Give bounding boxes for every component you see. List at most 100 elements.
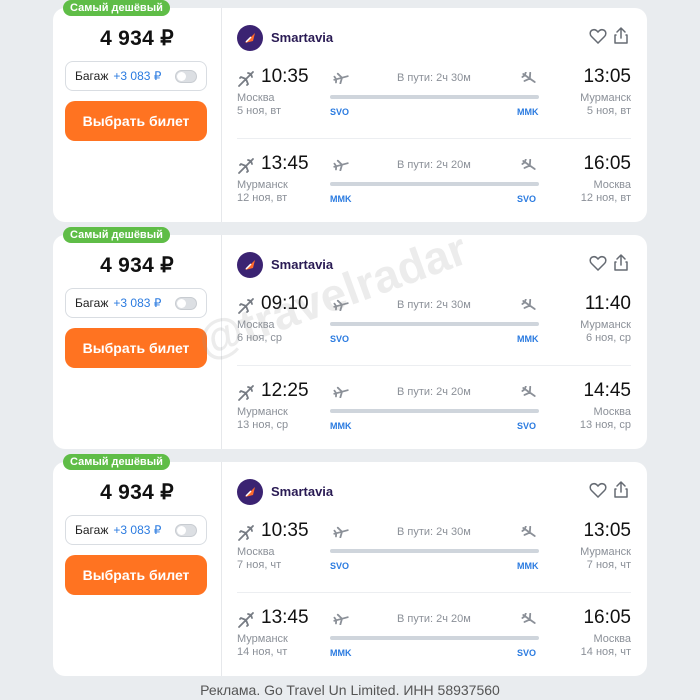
flight-card[interactable]: Самый дешёвый 4 934 ₽ Багаж +3 083 ₽ Выб… [53,454,647,676]
arrival-city: Мурманск [580,319,631,331]
departure-icon [237,157,255,180]
flight-duration: В пути: 2ч 30м [397,299,471,311]
route-line [330,409,539,413]
arrival-airport-code: SVO [517,194,537,204]
departure-airport-code: SVO [330,107,350,117]
baggage-option[interactable]: Багаж +3 083 ₽ [65,288,207,318]
arrival-date: 12 ноя, вт [580,192,631,204]
price-panel: Самый дешёвый 4 934 ₽ Багаж +3 083 ₽ Выб… [53,454,222,676]
departure-airport-code: MMK [330,648,352,658]
departure-icon [237,524,255,547]
select-ticket-button[interactable]: Выбрать билет [65,328,207,368]
arrival-date: 5 ноя, вт [586,105,631,117]
select-ticket-button[interactable]: Выбрать билет [65,101,207,141]
favorite-heart-icon[interactable] [589,255,607,276]
flight-duration: В пути: 2ч 30м [397,526,471,538]
ticket-price: 4 934 ₽ [100,481,174,504]
baggage-toggle[interactable] [175,524,197,537]
departure-date: 14 ноя, чт [237,646,288,658]
flight-segment: 13:45 16:05 Мурманск 12 ноя, вт Москва 1… [237,153,631,235]
arrival-date: 14 ноя, чт [580,646,631,658]
baggage-toggle[interactable] [175,70,197,83]
departure-city: Москва [237,546,275,558]
plane-takeoff-icon [333,385,349,403]
flight-card[interactable]: Самый дешёвый 4 934 ₽ Багаж +3 083 ₽ Выб… [53,227,647,449]
plane-takeoff-icon [333,298,349,316]
baggage-label: Багаж [75,69,109,83]
arrival-date: 13 ноя, ср [579,419,631,431]
arrival-airport-code: MMK [517,334,539,344]
share-icon[interactable] [613,481,629,504]
price-panel: Самый дешёвый 4 934 ₽ Багаж +3 083 ₽ Выб… [53,0,222,222]
departure-city: Москва [237,319,275,331]
departure-time: 13:45 [261,153,309,174]
baggage-option[interactable]: Багаж +3 083 ₽ [65,61,207,91]
flight-duration: В пути: 2ч 20м [397,613,471,625]
flight-segment: 10:35 13:05 Москва 5 ноя, вт Мурманск 5 … [237,66,631,148]
airline-logo-icon [237,25,263,51]
flight-duration: В пути: 2ч 30м [397,72,471,84]
route-line [330,182,539,186]
ticket-price: 4 934 ₽ [100,27,174,50]
arrival-city: Москва [593,179,631,191]
departure-time: 13:45 [261,607,309,628]
departure-city: Мурманск [237,179,288,191]
plane-takeoff-icon [333,525,349,543]
favorite-heart-icon[interactable] [589,482,607,503]
arrival-time: 16:05 [583,153,631,174]
route-line [330,549,539,553]
arrival-airport-code: SVO [517,648,537,658]
arrival-airport-code: SVO [517,421,537,431]
airline-name: Smartavia [271,484,334,499]
departure-date: 6 ноя, ср [237,332,283,344]
route-line [330,95,539,99]
arrival-time: 13:05 [583,66,631,87]
arrival-date: 7 ноя, чт [586,559,631,571]
route-line [330,636,539,640]
ticket-price: 4 934 ₽ [100,254,174,277]
baggage-price: +3 083 ₽ [113,523,162,537]
departure-time: 09:10 [261,293,309,314]
arrival-city: Москва [593,406,631,418]
share-icon[interactable] [613,254,629,277]
arrival-time: 14:45 [583,380,631,401]
departure-time: 12:25 [261,380,309,401]
arrival-time: 16:05 [583,607,631,628]
departure-date: 7 ноя, чт [237,559,282,571]
flight-duration: В пути: 2ч 20м [397,159,471,171]
cheapest-badge: Самый дешёвый [63,0,170,16]
departure-airport-code: MMK [330,421,352,431]
departure-icon [237,611,255,634]
baggage-toggle[interactable] [175,297,197,310]
flight-segment: 09:10 11:40 Москва 6 ноя, ср Мурманск 6 … [237,293,631,375]
plane-landing-icon [521,158,537,176]
departure-city: Москва [237,92,275,104]
arrival-date: 6 ноя, ср [585,332,631,344]
route-line [330,322,539,326]
arrival-time: 13:05 [583,520,631,541]
departure-airport-code: SVO [330,334,350,344]
arrival-time: 11:40 [584,293,631,314]
baggage-label: Багаж [75,296,109,310]
departure-city: Мурманск [237,633,288,645]
airline-name: Smartavia [271,257,334,272]
plane-takeoff-icon [333,158,349,176]
select-ticket-button[interactable]: Выбрать билет [65,555,207,595]
cheapest-badge: Самый дешёвый [63,454,170,470]
plane-takeoff-icon [333,71,349,89]
arrival-airport-code: MMK [517,107,539,117]
airline-logo-icon [237,479,263,505]
departure-city: Мурманск [237,406,288,418]
departure-date: 13 ноя, ср [237,419,289,431]
favorite-heart-icon[interactable] [589,28,607,49]
airline-name: Smartavia [271,30,334,45]
flight-card[interactable]: Самый дешёвый 4 934 ₽ Багаж +3 083 ₽ Выб… [53,0,647,222]
baggage-price: +3 083 ₽ [113,296,162,310]
baggage-option[interactable]: Багаж +3 083 ₽ [65,515,207,545]
plane-landing-icon [521,385,537,403]
share-icon[interactable] [613,27,629,50]
departure-date: 12 ноя, вт [237,192,288,204]
price-panel: Самый дешёвый 4 934 ₽ Багаж +3 083 ₽ Выб… [53,227,222,449]
arrival-city: Мурманск [580,546,631,558]
baggage-price: +3 083 ₽ [113,69,162,83]
